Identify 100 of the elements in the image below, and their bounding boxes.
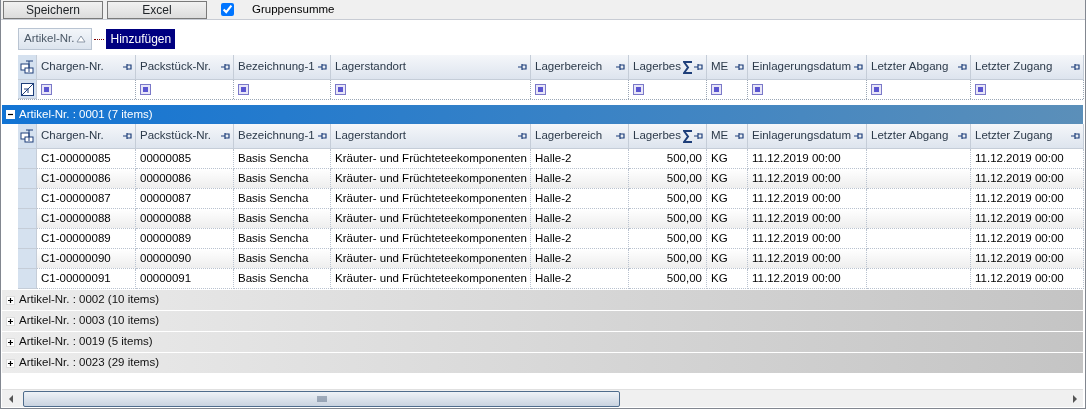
table-cell: Basis Sencha [234,249,331,269]
table-cell: 00000086 [136,169,234,189]
group-label: Artikel-Nr. : 0001 (7 items) [19,106,153,122]
column-header-label: Letzter Abgang [871,128,950,144]
column-chooser-icon [20,60,34,74]
column-header[interactable]: Packstück-Nr. [136,124,234,149]
pin-icon [122,62,132,72]
column-header[interactable]: Packstück-Nr. [136,55,234,80]
table-cell: C1-00000091 [37,269,136,289]
column-header-label: Lagerbes [633,128,682,144]
toolbar-button[interactable]: Speichern [3,0,103,19]
filter-icon [335,84,346,95]
pin-icon [615,131,625,141]
pin-icon [122,131,132,141]
scroll-left-icon [7,394,14,403]
column-header-label: Lagerstandort [335,128,407,144]
table-cell: Kräuter- und Früchteteekomponenten [331,249,531,269]
table-cell: Kräuter- und Früchteteekomponenten [331,169,531,189]
table-cell: 500,00 [629,249,707,269]
column-header-label: Lagerbes [633,59,682,75]
column-header[interactable]: Letzter Abgang [867,55,971,80]
column-header-label: Lagerbereich [535,59,604,75]
pin-icon [957,62,967,72]
pin-icon [615,62,625,72]
table-cell: 11.12.2019 00:00 [748,249,867,269]
column-header[interactable]: Lagerstandort [331,124,531,149]
filter-icon [752,84,763,95]
pin-icon [1070,62,1080,72]
table-cell: 00000090 [136,249,234,269]
filter-icon [535,84,546,95]
row-indicator[interactable] [18,229,37,249]
column-header-label: Bezeichnung-1 [238,128,316,144]
row-indicator[interactable] [18,189,37,209]
column-chooser-icon [20,129,34,143]
table-cell: Basis Sencha [234,269,331,289]
table-cell: KG [707,249,748,269]
column-header[interactable]: Letzter Zugang [971,55,1084,80]
column-header[interactable]: Bezeichnung-1 [234,124,331,149]
table-cell: Basis Sencha [234,209,331,229]
horizontal-scrollbar[interactable] [2,389,1083,407]
group-by-chip[interactable]: Artikel-Nr. [18,28,93,50]
grip-icon [316,394,327,403]
table-cell: C1-00000090 [37,249,136,269]
table-cell: Basis Sencha [234,169,331,189]
group-row[interactable]: Artikel-Nr. : 0019 (5 items) [2,332,1083,352]
checkbox-label: Gruppensumme [252,1,335,17]
table-cell: 500,00 [629,269,707,289]
column-header[interactable]: Lagerstandort [331,55,531,80]
column-header[interactable]: ME [707,124,748,149]
filter-icon [41,84,52,95]
table-cell: 00000091 [136,269,234,289]
table-cell: 11.12.2019 00:00 [971,269,1084,289]
column-header[interactable]: Bezeichnung-1 [234,55,331,80]
group-row[interactable]: Artikel-Nr. : 0023 (29 items) [2,353,1083,373]
column-header[interactable]: Lagerbereich [531,124,629,149]
pin-icon [517,62,527,72]
column-header[interactable]: Einlagerungsdatum [748,124,867,149]
row-indicator[interactable] [18,269,37,289]
group-row[interactable]: Artikel-Nr. : 0003 (10 items) [2,311,1083,331]
table-cell: Kräuter- und Früchteteekomponenten [331,269,531,289]
pin-icon [220,131,230,141]
group-label: Artikel-Nr. : 0002 (10 items) [19,292,159,308]
filter-icon [871,84,882,95]
add-group-button[interactable]: Hinzufügen [106,29,176,49]
table-cell: KG [707,169,748,189]
column-header-label: Packstück-Nr. [140,59,212,75]
row-indicator[interactable] [18,169,37,189]
pin-icon [734,62,744,72]
table-cell: Kräuter- und Früchteteekomponenten [331,209,531,229]
toolbar-button[interactable]: Excel [107,0,207,19]
filter-icon [140,84,151,95]
filter-icon [711,84,722,95]
pin-icon [317,131,327,141]
pin-icon [853,131,863,141]
column-header[interactable]: Letzter Zugang [971,124,1084,149]
table-cell: Halle-2 [531,169,629,189]
checkbox[interactable] [221,3,234,16]
column-header[interactable]: Lagerbes [629,55,707,80]
column-header[interactable]: Lagerbereich [531,55,629,80]
row-indicator[interactable] [18,149,37,169]
column-header[interactable]: Einlagerungsdatum [748,55,867,80]
column-header-label: Letzter Zugang [975,128,1054,144]
column-header[interactable]: Lagerbes [629,124,707,149]
table-cell: C1-00000086 [37,169,136,189]
row-indicator[interactable] [18,249,37,269]
table-cell: Halle-2 [531,249,629,269]
column-header[interactable]: Chargen-Nr. [37,124,136,149]
table-cell: 11.12.2019 00:00 [971,209,1084,229]
column-header-label: ME [711,128,730,144]
column-header[interactable]: ME [707,55,748,80]
group-label: Artikel-Nr. : 0003 (10 items) [19,313,159,329]
row-indicator[interactable] [18,209,37,229]
group-row[interactable]: Artikel-Nr. : 0002 (10 items) [2,290,1083,310]
group-row[interactable]: Artikel-Nr. : 0001 (7 items) [2,105,1083,124]
table-cell: Halle-2 [531,269,629,289]
table-cell: 500,00 [629,209,707,229]
table-cell: 00000088 [136,209,234,229]
table-cell: 500,00 [629,169,707,189]
column-header[interactable]: Chargen-Nr. [37,55,136,80]
column-header[interactable]: Letzter Abgang [867,124,971,149]
